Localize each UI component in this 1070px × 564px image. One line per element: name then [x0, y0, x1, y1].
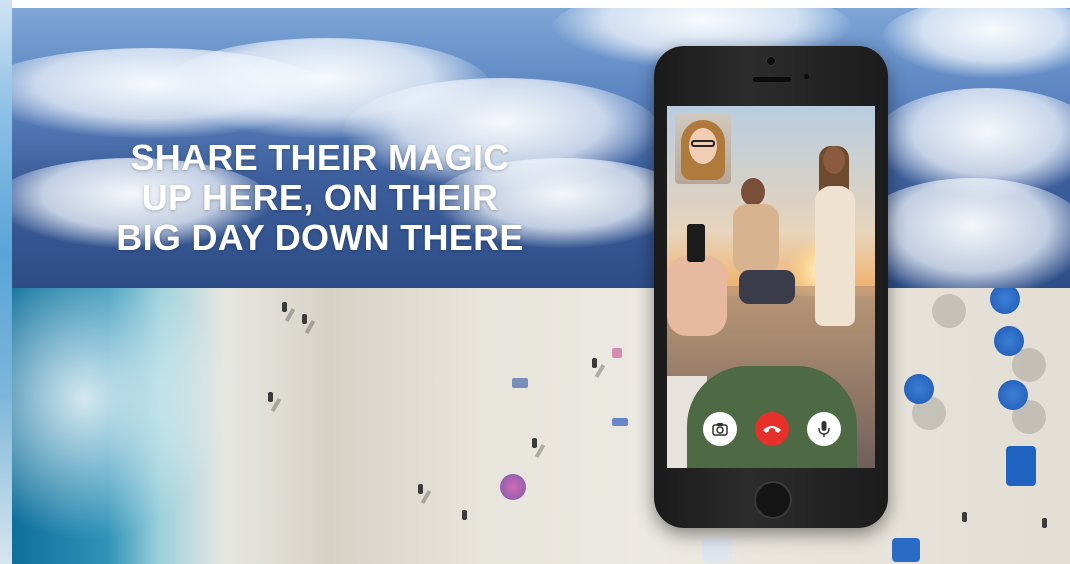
headline-line-3: BIG DAY DOWN THERE: [116, 217, 524, 258]
headline-line-1: SHARE THEIR MAGIC: [130, 137, 510, 178]
camera-icon[interactable]: [703, 412, 737, 446]
ad-banner: SHARE THEIR MAGIC UP HERE, ON THEIR BIG …: [0, 0, 1070, 564]
proximity-sensor: [804, 74, 809, 79]
ocean-foam: [12, 288, 252, 564]
held-phone: [687, 224, 705, 262]
self-view-thumbnail[interactable]: [675, 114, 731, 184]
headline: SHARE THEIR MAGIC UP HERE, ON THEIR BIG …: [60, 138, 580, 258]
bride-figure: [809, 146, 859, 346]
video-call-screen: [667, 106, 875, 468]
aerial-beach-background: [12, 288, 1070, 564]
kneeling-man-figure: [731, 178, 801, 348]
home-button: [754, 481, 792, 519]
end-call-icon[interactable]: [755, 412, 789, 446]
front-camera: [766, 56, 776, 66]
left-edge-strip: [0, 0, 12, 564]
headline-line-2: UP HERE, ON THEIR: [141, 177, 499, 218]
call-controls: [667, 412, 875, 452]
earpiece-speaker: [753, 77, 791, 82]
microphone-icon[interactable]: [807, 412, 841, 446]
hands-holding-phone: [667, 256, 727, 336]
smartphone: [654, 46, 888, 528]
